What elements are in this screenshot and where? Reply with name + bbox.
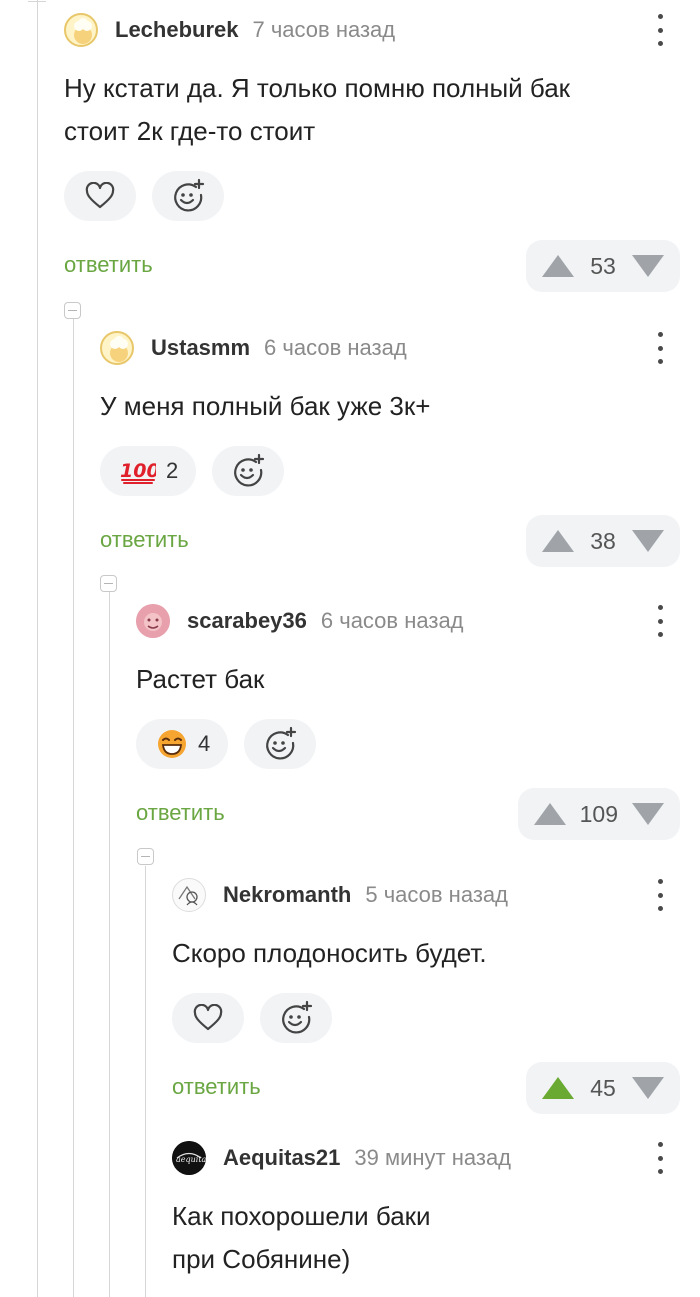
thread-connector bbox=[28, 1, 46, 2]
comment-footer: ответить 109 bbox=[136, 788, 680, 840]
vote-box: 38 bbox=[526, 515, 680, 567]
downvote-icon[interactable] bbox=[632, 255, 664, 277]
reactions-row bbox=[64, 171, 680, 221]
comment: Lecheburek 7 часов назад Ну кстати да. Я… bbox=[64, 10, 680, 292]
add-reaction-button[interactable] bbox=[212, 446, 285, 496]
thread-line-level-1 bbox=[73, 318, 74, 1297]
comment-text-line: Растет бак bbox=[136, 664, 265, 694]
username[interactable]: Nekromanth bbox=[223, 882, 351, 908]
comment: aequitas Aequitas21 39 минут назад Как п… bbox=[172, 1138, 680, 1281]
vote-box: 53 bbox=[526, 240, 680, 292]
add-reaction-icon bbox=[282, 1000, 313, 1034]
username[interactable]: Ustasmm bbox=[151, 335, 250, 361]
avatar[interactable]: aequitas bbox=[172, 1141, 206, 1175]
username[interactable]: Lecheburek bbox=[115, 17, 239, 43]
reactions-row: 4 bbox=[136, 719, 680, 769]
reply-link[interactable]: ответить bbox=[64, 252, 153, 278]
reaction-count: 2 bbox=[166, 458, 179, 483]
more-options-icon[interactable] bbox=[652, 605, 668, 637]
reply-link[interactable]: ответить bbox=[100, 527, 189, 553]
rating-count: 38 bbox=[590, 527, 616, 554]
grinning-emoji bbox=[158, 730, 186, 758]
username[interactable]: Aequitas21 bbox=[223, 1145, 340, 1171]
hundred-emoji: 100 bbox=[120, 460, 156, 484]
avatar[interactable] bbox=[172, 878, 206, 912]
comment-header: aequitas Aequitas21 39 минут назад bbox=[172, 1138, 680, 1178]
comment-text: Ну кстати да. Я только помню полный бак … bbox=[64, 67, 680, 153]
reactions-row bbox=[172, 993, 680, 1043]
comment-footer: ответить 45 bbox=[172, 1062, 680, 1114]
more-options-icon[interactable] bbox=[652, 14, 668, 46]
downvote-icon[interactable] bbox=[632, 1077, 664, 1099]
timestamp[interactable]: 6 часов назад bbox=[264, 335, 407, 361]
collapse-toggle[interactable] bbox=[100, 575, 117, 592]
comment-header: Lecheburek 7 часов назад bbox=[64, 10, 680, 50]
downvote-icon[interactable] bbox=[632, 803, 664, 825]
reaction-grinning-button[interactable]: 4 bbox=[136, 719, 229, 769]
username[interactable]: scarabey36 bbox=[187, 608, 307, 634]
reaction-count: 4 bbox=[198, 731, 211, 756]
comment-text-line: Ну кстати да. Я только помню полный бак bbox=[64, 73, 571, 103]
avatar[interactable] bbox=[100, 331, 134, 365]
upvote-icon[interactable] bbox=[533, 803, 566, 825]
comment-footer: ответить 53 bbox=[64, 240, 680, 292]
comment-text: Скоро плодоносить будет. bbox=[172, 932, 680, 975]
comment-text: Как похорошели баки при Собянине) bbox=[172, 1195, 680, 1281]
avatar[interactable] bbox=[136, 604, 170, 638]
comment: scarabey36 6 часов назад Растет бак 4 от… bbox=[136, 601, 680, 840]
collapse-toggle[interactable] bbox=[137, 848, 154, 865]
collapse-toggle[interactable] bbox=[64, 302, 81, 319]
rating-count: 109 bbox=[579, 800, 618, 827]
add-reaction-button[interactable] bbox=[260, 993, 332, 1043]
upvote-icon[interactable] bbox=[542, 1077, 574, 1099]
svg-text:100: 100 bbox=[120, 460, 156, 482]
thread-line-level-3 bbox=[145, 866, 146, 1297]
more-options-icon[interactable] bbox=[652, 879, 668, 911]
add-reaction-icon bbox=[234, 453, 265, 487]
heart-icon bbox=[193, 1004, 223, 1031]
svg-text:aequitas: aequitas bbox=[176, 1155, 206, 1164]
heart-icon bbox=[85, 182, 115, 209]
comment-footer: ответить 38 bbox=[100, 515, 680, 567]
add-reaction-button[interactable] bbox=[152, 171, 224, 221]
more-options-icon[interactable] bbox=[652, 1142, 668, 1174]
comment-text-line: Скоро плодоносить будет. bbox=[172, 938, 487, 968]
timestamp[interactable]: 7 часов назад bbox=[253, 17, 396, 43]
vote-box: 109 bbox=[517, 788, 680, 840]
upvote-icon[interactable] bbox=[542, 530, 574, 552]
add-reaction-icon bbox=[174, 178, 205, 212]
reactions-row: 100 2 bbox=[100, 446, 680, 496]
add-reaction-icon bbox=[266, 726, 297, 760]
comment-text-line: Как похорошели баки bbox=[172, 1201, 431, 1231]
comment-text: У меня полный бак уже 3к+ bbox=[100, 385, 680, 428]
add-reaction-button[interactable] bbox=[244, 719, 317, 769]
timestamp[interactable]: 6 часов назад bbox=[321, 608, 464, 634]
comment-text-line: стоит 2к где-то стоит bbox=[64, 116, 316, 146]
rating-count: 45 bbox=[590, 1074, 616, 1101]
avatar[interactable] bbox=[64, 13, 98, 47]
reply-link[interactable]: ответить bbox=[172, 1074, 261, 1100]
more-options-icon[interactable] bbox=[652, 332, 668, 364]
timestamp[interactable]: 39 минут назад bbox=[354, 1145, 511, 1171]
rating-count: 53 bbox=[590, 252, 616, 279]
timestamp[interactable]: 5 часов назад bbox=[365, 882, 508, 908]
comment-header: Nekromanth 5 часов назад bbox=[172, 875, 680, 915]
thread-line-level-0 bbox=[37, 0, 38, 1297]
comment-text-line: У меня полный бак уже 3к+ bbox=[100, 391, 431, 421]
comment: Ustasmm 6 часов назад У меня полный бак … bbox=[100, 328, 680, 567]
comment-header: Ustasmm 6 часов назад bbox=[100, 328, 680, 368]
vote-box: 45 bbox=[526, 1062, 680, 1114]
downvote-icon[interactable] bbox=[632, 530, 664, 552]
comment-text: Растет бак bbox=[136, 658, 680, 701]
comment-header: scarabey36 6 часов назад bbox=[136, 601, 680, 641]
upvote-icon[interactable] bbox=[542, 255, 574, 277]
comment: Nekromanth 5 часов назад Скоро плодоноси… bbox=[172, 875, 680, 1114]
reaction-hundred-button[interactable]: 100 2 bbox=[100, 446, 197, 496]
thread-line-level-2 bbox=[109, 592, 110, 1297]
like-button[interactable] bbox=[64, 171, 136, 221]
like-button[interactable] bbox=[172, 993, 244, 1043]
reply-link[interactable]: ответить bbox=[136, 800, 225, 826]
comment-text-line: при Собянине) bbox=[172, 1244, 351, 1274]
